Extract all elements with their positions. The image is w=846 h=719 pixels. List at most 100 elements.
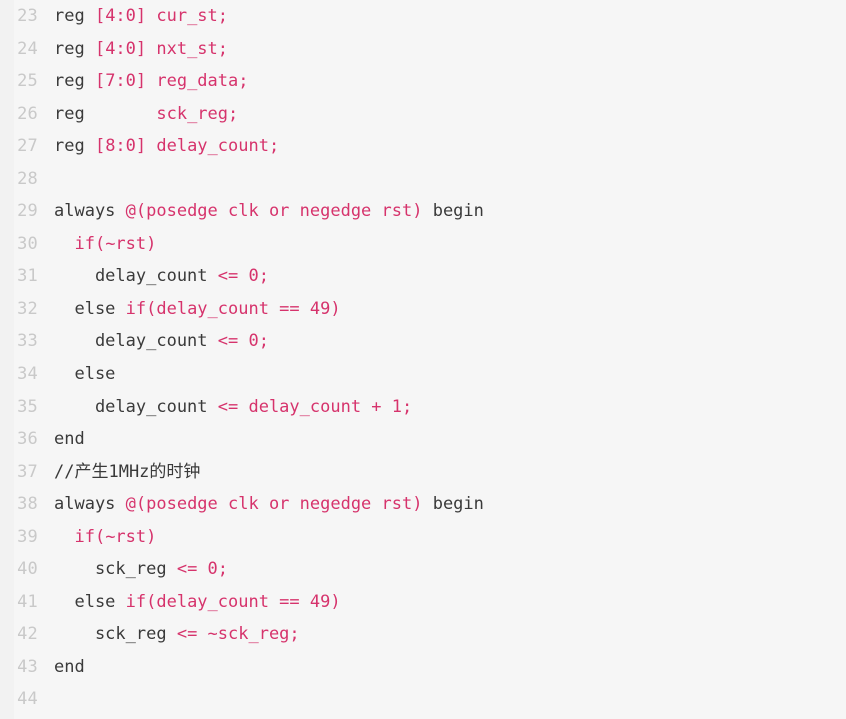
line-content[interactable]: reg [4:0] cur_st; [54,0,846,33]
line-content[interactable]: end [54,651,846,684]
code-line[interactable]: 35 delay_count <= delay_count + 1; [0,391,846,424]
code-line[interactable]: 26 reg sck_reg; [0,98,846,131]
code-line[interactable]: 33 delay_count <= 0; [0,325,846,358]
code-token-accent: if(delay_count == 49) [125,591,341,612]
code-token-plain: always [54,201,126,222]
line-content[interactable]: else if(delay_count == 49) [54,586,846,619]
code-token-accent: @(posedge clk or negedge rst) [125,494,423,515]
code-line[interactable]: 34 else [0,358,846,391]
line-number: 43 [17,656,38,677]
code-token-plain: reg [54,136,95,157]
code-line[interactable]: 30 if(~rst) [0,228,846,261]
line-content[interactable]: else [54,358,846,391]
code-line[interactable]: 27 reg [8:0] delay_count; [0,130,846,163]
line-number: 42 [17,624,38,645]
code-token-plain: sck_reg [54,559,177,580]
line-content[interactable]: reg sck_reg; [54,98,846,131]
line-content[interactable]: reg [4:0] nxt_st; [54,33,846,66]
code-token-plain: else [54,591,126,612]
code-token-accent: <= ~sck_reg; [176,624,300,645]
line-number: 35 [17,396,38,417]
line-content[interactable]: else if(delay_count == 49) [54,293,846,326]
line-number: 44 [17,689,38,710]
code-token-accent: [7:0] reg_data; [94,71,249,92]
line-content[interactable]: if(~rst) [54,228,846,261]
code-line[interactable]: 39 if(~rst) [0,521,846,554]
code-line[interactable]: 23 reg [4:0] cur_st; [0,0,846,33]
code-token-plain: always [54,494,126,515]
code-token-accent: if(~rst) [74,233,157,254]
code-token-plain: reg [54,103,157,124]
code-token-plain: begin [422,201,484,222]
code-token-plain: else [54,298,126,319]
code-token-accent: [4:0] nxt_st; [94,38,229,59]
code-token-comment: //产生1MHz的时钟 [54,461,201,482]
code-line[interactable]: 31 delay_count <= 0; [0,260,846,293]
line-number: 28 [17,168,38,189]
line-number: 30 [17,233,38,254]
code-token-plain: delay_count [54,266,218,287]
code-token-accent: <= delay_count + 1; [217,396,413,417]
code-line[interactable]: 29 always @(posedge clk or negedge rst) b… [0,195,846,228]
code-token-plain: begin [422,494,484,515]
code-token-plain: delay_count [54,396,218,417]
line-content[interactable]: if(~rst) [54,521,846,554]
code-token-plain: reg [54,71,95,92]
line-content[interactable]: always @(posedge clk or negedge rst) beg… [54,488,846,521]
code-token-accent: <= 0; [217,331,269,352]
line-number: 37 [17,461,38,482]
line-content[interactable]: //产生1MHz的时钟 [54,456,846,489]
code-token-plain: else [54,364,116,385]
line-number: 24 [17,38,38,59]
code-token-plain: reg [54,38,95,59]
line-content[interactable]: sck_reg <= ~sck_reg; [54,618,846,651]
code-token-plain: sck_reg [54,624,177,645]
line-number: 41 [17,591,38,612]
line-content[interactable]: delay_count <= 0; [54,325,846,358]
code-line[interactable]: 36 end [0,423,846,456]
line-number: 34 [17,364,38,385]
code-token-plain: delay_count [54,331,218,352]
code-line[interactable]: 37 //产生1MHz的时钟 [0,456,846,489]
code-line[interactable]: 42 sck_reg <= ~sck_reg; [0,618,846,651]
code-token-accent: <= 0; [217,266,269,287]
line-number: 38 [17,494,38,515]
code-token-accent: [4:0] cur_st; [94,6,229,26]
line-number: 25 [17,71,38,92]
line-number: 29 [17,201,38,222]
line-content[interactable]: always @(posedge clk or negedge rst) beg… [54,195,846,228]
line-content[interactable]: delay_count <= delay_count + 1; [54,391,846,424]
code-token-accent: @(posedge clk or negedge rst) [125,201,423,222]
code-line[interactable]: 40 sck_reg <= 0; [0,553,846,586]
code-line[interactable]: 28 [0,163,846,196]
line-content[interactable]: delay_count <= 0; [54,260,846,293]
code-viewer[interactable]: 23 reg [4:0] cur_st; 24 reg [4:0] nxt_st; 25… [0,0,846,719]
line-content[interactable]: sck_reg <= 0; [54,553,846,586]
code-line[interactable]: 38 always @(posedge clk or negedge rst) b… [0,488,846,521]
code-line[interactable]: 24 reg [4:0] nxt_st; [0,33,846,66]
code-line[interactable]: 44 [0,683,846,716]
code-line[interactable]: 41 else if(delay_count == 49) [0,586,846,619]
code-line[interactable]: 25 reg [7:0] reg_data; [0,65,846,98]
code-token-accent: <= 0; [176,559,229,580]
line-content[interactable]: reg [8:0] delay_count; [54,130,846,163]
code-token-plain: end [54,656,85,677]
code-token-accent: sck_reg; [156,103,239,124]
line-number: 33 [17,331,38,352]
code-token-plain: reg [54,6,95,26]
code-token-accent: [8:0] delay_count; [94,136,280,157]
line-content[interactable]: end [54,423,846,456]
code-line[interactable]: 32 else if(delay_count == 49) [0,293,846,326]
line-number: 32 [17,298,38,319]
line-number: 40 [17,559,38,580]
code-token-plain: end [54,429,85,450]
line-content[interactable]: reg [7:0] reg_data; [54,65,846,98]
line-number: 26 [17,103,38,124]
line-number: 23 [17,6,38,26]
line-number: 31 [17,266,38,287]
line-number: 39 [17,526,38,547]
code-line[interactable]: 43 end [0,651,846,684]
code-token-accent: if(delay_count == 49) [125,298,341,319]
